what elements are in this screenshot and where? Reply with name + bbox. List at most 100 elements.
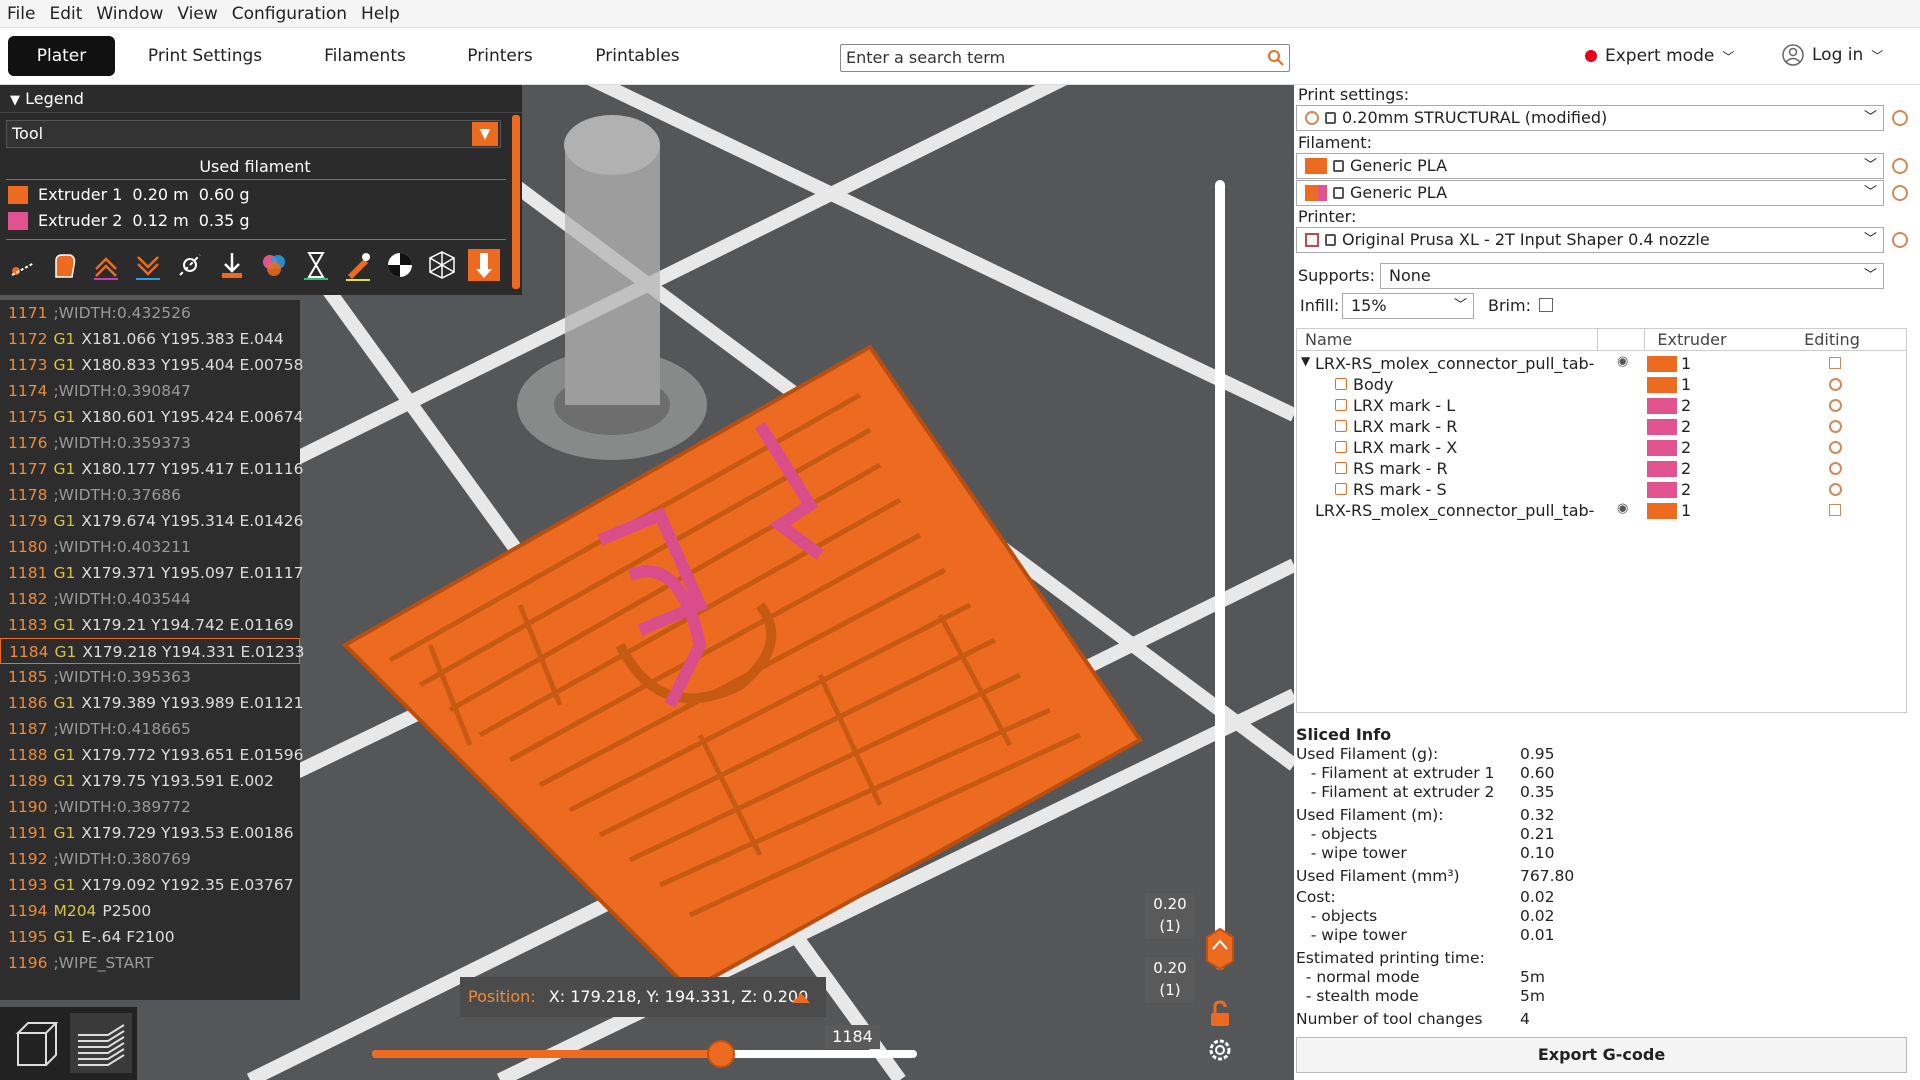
center-of-gravity-icon[interactable]	[384, 249, 416, 281]
gear-icon[interactable]	[1829, 441, 1842, 454]
extruder-number[interactable]: 2	[1681, 438, 1691, 457]
extruder-number[interactable]: 1	[1681, 354, 1691, 373]
object-row[interactable]: LRX-RS_molex_connector_pull_tab- ◉ 1	[1297, 500, 1908, 521]
gear-icon[interactable]	[1892, 110, 1908, 126]
menu-configuration[interactable]: Configuration	[225, 4, 354, 24]
gcode-line[interactable]: 1182 ;WIDTH:0.403544	[0, 586, 300, 612]
gcode-line[interactable]: 1175 G1 X180.601 Y195.424 E.00674	[0, 404, 304, 430]
layers-vertical-slider[interactable]	[1215, 180, 1225, 970]
gcode-line[interactable]: 1192 ;WIDTH:0.380769	[0, 846, 300, 872]
volume-row[interactable]: Body 1	[1297, 374, 1908, 395]
dropdown-arrow-icon[interactable]: ▼	[472, 122, 498, 146]
tab-filaments[interactable]: Filaments	[310, 36, 420, 76]
gear-icon[interactable]	[1829, 483, 1842, 496]
deretractions-icon[interactable]	[132, 249, 164, 281]
gcode-line[interactable]: 1183 G1 X179.21 Y194.742 E.01169	[0, 612, 300, 638]
volume-row[interactable]: LRX mark - R 2	[1297, 416, 1908, 437]
travel-icon[interactable]	[6, 249, 38, 281]
gcode-line[interactable]: 1185 ;WIDTH:0.395363	[0, 664, 300, 690]
gcode-line[interactable]: 1191 G1 X179.729 Y193.53 E.00186	[0, 820, 300, 846]
menu-edit[interactable]: Edit	[42, 4, 89, 24]
column-editing[interactable]: Editing	[1762, 330, 1902, 349]
gcode-line[interactable]: 1176 ;WIDTH:0.359373	[0, 430, 300, 456]
3d-view-button[interactable]	[6, 1013, 68, 1073]
tab-plater[interactable]: Plater	[8, 36, 115, 76]
gcode-line[interactable]: 1181 G1 X179.371 Y195.097 E.01117	[0, 560, 304, 586]
gcode-line[interactable]: 1186 G1 X179.389 Y193.989 E.01121	[0, 690, 304, 716]
extruder-number[interactable]: 1	[1681, 501, 1691, 520]
extruder-number[interactable]: 2	[1681, 417, 1691, 436]
gcode-line[interactable]: 1171 ;WIDTH:0.432526	[0, 300, 300, 326]
gear-icon[interactable]	[1892, 232, 1908, 248]
extruder-number[interactable]: 2	[1681, 459, 1691, 478]
infill-select[interactable]: 15% ﹀	[1342, 293, 1474, 319]
menu-help[interactable]: Help	[354, 4, 407, 24]
gcode-line[interactable]: 1174 ;WIDTH:0.390847	[0, 378, 300, 404]
gcode-line[interactable]: 1179 G1 X179.674 Y195.314 E.01426	[0, 508, 304, 534]
eye-icon[interactable]: ◉	[1617, 501, 1628, 516]
gear-icon[interactable]	[1892, 185, 1908, 201]
gcode-line[interactable]: 1188 G1 X179.772 Y193.651 E.01596	[0, 742, 304, 768]
tab-printables[interactable]: Printables	[590, 36, 685, 76]
print-settings-select[interactable]: 0.20mm STRUCTURAL (modified) ﹀	[1296, 105, 1884, 131]
shells-icon[interactable]	[426, 249, 458, 281]
seams-icon[interactable]	[174, 249, 206, 281]
menu-view[interactable]: View	[170, 4, 224, 24]
brim-checkbox[interactable]	[1539, 298, 1553, 312]
gcode-line[interactable]: 1177 G1 X180.177 Y195.417 E.01116	[0, 456, 304, 482]
3d-preview-viewport[interactable]: ▼ Legend Tool ▼ Used filament Extruder 1…	[0, 85, 1294, 1080]
mode-selector[interactable]: Expert mode ﹀	[1585, 46, 1734, 66]
gcode-line[interactable]: 1173 G1 X180.833 Y195.404 E.00758	[0, 352, 304, 378]
menu-file[interactable]: File	[0, 4, 42, 24]
tab-printers[interactable]: Printers	[455, 36, 545, 76]
gear-icon[interactable]	[1829, 462, 1842, 475]
extruder-number[interactable]: 2	[1681, 480, 1691, 499]
gear-icon[interactable]	[1829, 399, 1842, 412]
color-changes-icon[interactable]	[258, 249, 290, 281]
custom-gcode-icon[interactable]	[342, 249, 374, 281]
pause-hourglass-icon[interactable]	[300, 249, 332, 281]
gcode-line[interactable]: 1178 ;WIDTH:0.37686	[0, 482, 300, 508]
tool-changes-icon[interactable]	[216, 249, 248, 281]
supports-select[interactable]: None ﹀	[1380, 263, 1884, 289]
search-input[interactable]: Enter a search term	[840, 44, 1290, 72]
gear-icon[interactable]	[1892, 158, 1908, 174]
gcode-line[interactable]: 1196 ;WIPE_START	[0, 950, 300, 976]
gcode-line[interactable]: 1184 G1 X179.218 Y194.331 E.01233	[0, 638, 305, 664]
volume-row[interactable]: LRX mark - X 2	[1297, 437, 1908, 458]
gcode-line[interactable]: 1189 G1 X179.75 Y193.591 E.002	[0, 768, 300, 794]
moves-horizontal-slider[interactable]	[372, 1040, 917, 1068]
tab-print-settings[interactable]: Print Settings	[140, 36, 270, 76]
volume-row[interactable]: RS mark - S 2	[1297, 479, 1908, 500]
volume-row[interactable]: LRX mark - L 2	[1297, 395, 1908, 416]
gcode-line[interactable]: 1195 G1 E-.64 F2100	[0, 924, 300, 950]
legend-header[interactable]: ▼ Legend	[0, 85, 522, 113]
gcode-line[interactable]: 1194 M204 P2500	[0, 898, 300, 924]
preview-layers-button[interactable]	[70, 1013, 132, 1073]
gcode-line[interactable]: 1193 G1 X179.092 Y192.35 E.03767	[0, 872, 300, 898]
edit-icon[interactable]	[1829, 357, 1841, 369]
object-row[interactable]: ▼ LRX-RS_molex_connector_pull_tab- ◉ 1	[1297, 353, 1908, 374]
printer-select[interactable]: Original Prusa XL - 2T Input Shaper 0.4 …	[1296, 227, 1884, 253]
retractions-icon[interactable]	[90, 249, 122, 281]
login-button[interactable]: Log in ﹀	[1782, 44, 1883, 66]
gcode-line[interactable]: 1172 G1 X181.066 Y195.383 E.044	[0, 326, 300, 352]
eye-icon[interactable]: ◉	[1617, 354, 1628, 369]
filament-1-select[interactable]: Generic PLA ﹀	[1296, 153, 1884, 179]
gear-icon[interactable]	[1829, 420, 1842, 433]
column-name[interactable]: Name	[1305, 330, 1352, 349]
expand-triangle-icon[interactable]: ▼	[1301, 354, 1310, 368]
unlock-icon[interactable]	[1207, 1000, 1233, 1028]
wipe-hand-icon[interactable]	[48, 249, 80, 281]
gear-icon[interactable]	[1829, 378, 1842, 391]
collapse-triangle-icon[interactable]: ▼	[10, 93, 20, 108]
view-type-select[interactable]: Tool ▼	[6, 120, 501, 148]
gcode-line[interactable]: 1190 ;WIDTH:0.389772	[0, 794, 300, 820]
tool-marker-icon[interactable]	[468, 249, 500, 281]
export-gcode-button[interactable]: Export G-code	[1296, 1037, 1907, 1073]
volume-row[interactable]: RS mark - R 2	[1297, 458, 1908, 479]
gcode-line[interactable]: 1180 ;WIDTH:0.403211	[0, 534, 300, 560]
menu-window[interactable]: Window	[89, 4, 170, 24]
slider-thumb[interactable]	[706, 1040, 735, 1068]
edit-icon[interactable]	[1829, 504, 1841, 516]
